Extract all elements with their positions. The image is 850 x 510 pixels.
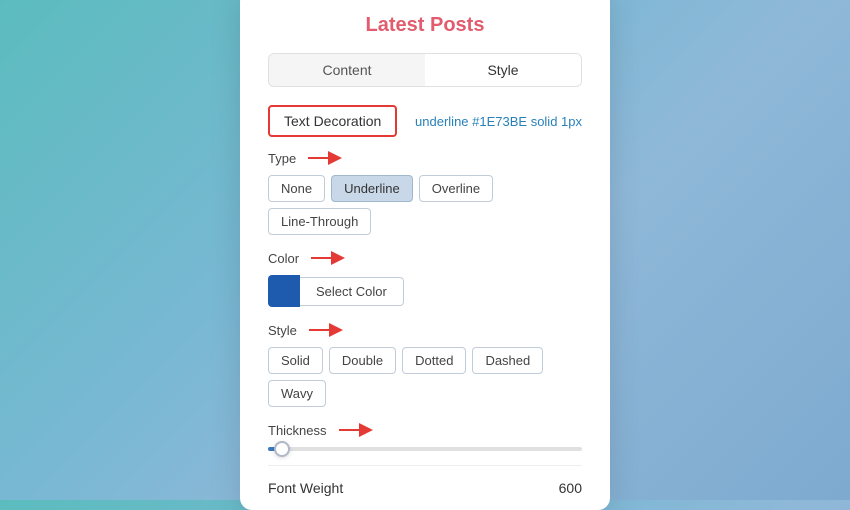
color-swatch[interactable] xyxy=(268,275,300,307)
type-btn-group: None Underline Overline Line-Through xyxy=(268,175,582,235)
style-btn-dotted[interactable]: Dotted xyxy=(402,347,466,374)
style-label: Style xyxy=(268,321,582,339)
thickness-arrow-icon xyxy=(339,421,377,439)
style-arrow-icon xyxy=(309,321,347,339)
color-arrow-icon xyxy=(311,249,349,267)
type-btn-overline[interactable]: Overline xyxy=(419,175,493,202)
thickness-label: Thickness xyxy=(268,421,582,439)
style-btn-dashed[interactable]: Dashed xyxy=(472,347,543,374)
font-weight-label: Font Weight xyxy=(268,480,343,496)
main-panel: Latest Posts Content Style Text Decorati… xyxy=(240,0,610,510)
color-section: Color Select Color xyxy=(268,249,582,307)
font-weight-value: 600 xyxy=(559,480,582,496)
style-btn-solid[interactable]: Solid xyxy=(268,347,323,374)
thickness-section: Thickness xyxy=(268,421,582,451)
type-arrow-icon xyxy=(308,149,346,167)
tab-content[interactable]: Content xyxy=(269,54,425,86)
type-btn-underline[interactable]: Underline xyxy=(331,175,413,202)
font-weight-row: Font Weight 600 xyxy=(268,465,582,510)
text-decoration-header: Text Decoration underline #1E73BE solid … xyxy=(268,105,582,137)
style-btn-wavy[interactable]: Wavy xyxy=(268,380,326,407)
color-picker-row: Select Color xyxy=(268,275,582,307)
slider-thumb[interactable] xyxy=(274,441,290,457)
tab-bar: Content Style xyxy=(268,53,582,87)
type-btn-line-through[interactable]: Line-Through xyxy=(268,208,371,235)
type-label: Type xyxy=(268,149,582,167)
thickness-slider[interactable] xyxy=(268,447,582,451)
color-label: Color xyxy=(268,249,582,267)
slider-track xyxy=(268,447,582,451)
text-decoration-value: underline #1E73BE solid 1px xyxy=(415,114,582,129)
type-btn-none[interactable]: None xyxy=(268,175,325,202)
style-section: Style Solid Double Dotted Dashed Wavy xyxy=(268,321,582,407)
style-btn-double[interactable]: Double xyxy=(329,347,396,374)
tab-style[interactable]: Style xyxy=(425,54,581,86)
select-color-button[interactable]: Select Color xyxy=(300,277,404,306)
style-btn-group: Solid Double Dotted Dashed Wavy xyxy=(268,347,582,407)
text-decoration-label: Text Decoration xyxy=(268,105,397,137)
type-section: Type None Underline Overline Line-Throug… xyxy=(268,149,582,235)
panel-title: Latest Posts xyxy=(268,14,582,37)
